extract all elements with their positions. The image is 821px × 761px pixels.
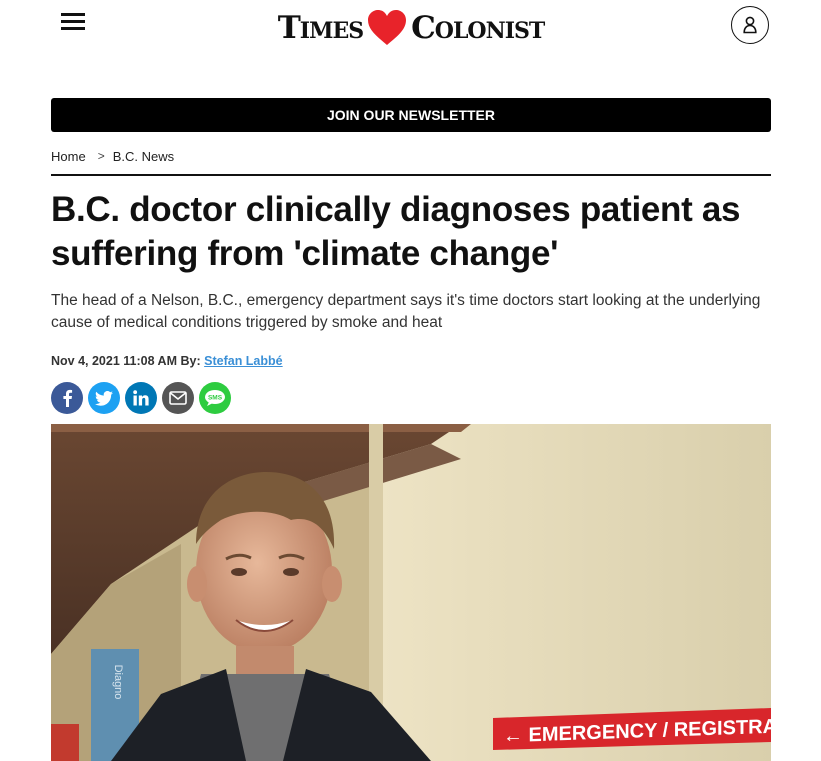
facebook-icon (63, 389, 73, 407)
linkedin-share-button[interactable] (125, 382, 157, 414)
article-date: Nov 4, 2021 11:08 AM (51, 354, 177, 368)
menu-icon[interactable] (61, 12, 85, 32)
account-button[interactable] (731, 6, 769, 44)
breadcrumb-separator: > (97, 149, 105, 163)
breadcrumb-home[interactable]: Home (51, 149, 86, 164)
site-logo[interactable]: Times Colonist (260, 6, 562, 50)
sms-icon: SMS (205, 390, 225, 406)
photo-illustration: Diagno ← EMERGENCY / REGISTRATION (51, 424, 771, 761)
breadcrumb: Home > B.C. News (51, 148, 174, 164)
facebook-share-button[interactable] (51, 382, 83, 414)
email-icon (169, 391, 187, 405)
divider (51, 174, 771, 176)
newsletter-button[interactable]: JOIN OUR NEWSLETTER (51, 98, 771, 132)
sms-share-button[interactable]: SMS (199, 382, 231, 414)
article-headline: B.C. doctor clinically diagnoses patient… (51, 190, 741, 273)
heart-icon (368, 10, 407, 45)
wall-sign-text: Diagno (112, 665, 124, 700)
by-label: By: (180, 354, 201, 368)
svg-text:SMS: SMS (208, 394, 223, 401)
author-link[interactable]: Stefan Labbé (204, 354, 283, 368)
page: Times Colonist JOIN OUR NEWSLETTER Home … (0, 0, 821, 761)
article-photo: Diagno ← EMERGENCY / REGISTRATION (51, 424, 771, 761)
twitter-icon (95, 390, 113, 406)
logo-word-right: Colonist (411, 10, 545, 46)
byline: Nov 4, 2021 11:08 AM By: Stefan Labbé (51, 354, 283, 372)
article-dek: The head of a Nelson, B.C., emergency de… (51, 292, 761, 331)
logo-word-left: Times (277, 10, 364, 46)
email-share-button[interactable] (162, 382, 194, 414)
user-icon (743, 16, 757, 34)
twitter-share-button[interactable] (88, 382, 120, 414)
newsletter-label: JOIN OUR NEWSLETTER (326, 107, 495, 123)
breadcrumb-section[interactable]: B.C. News (113, 149, 174, 164)
linkedin-icon (133, 390, 149, 406)
share-bar: SMS (51, 382, 231, 414)
